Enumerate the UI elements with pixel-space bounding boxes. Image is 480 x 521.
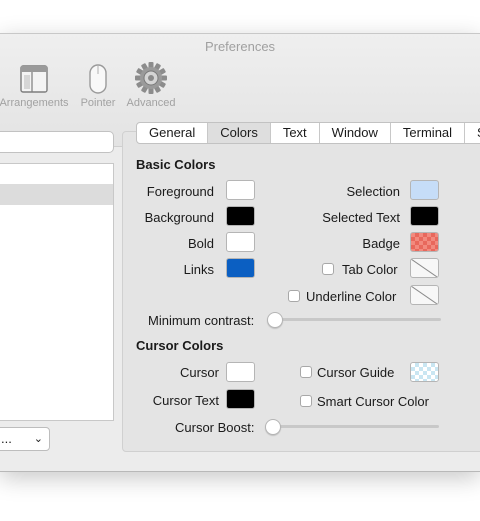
- cursor-colors-heading: Cursor Colors: [136, 338, 224, 353]
- cursor-boost-slider-track[interactable]: [268, 425, 439, 428]
- tab-window[interactable]: Window: [320, 123, 391, 143]
- links-color-well[interactable]: [226, 258, 255, 278]
- profile-row-selected[interactable]: [0, 184, 113, 205]
- cursor-guide-label: Cursor Guide: [317, 365, 395, 380]
- other-actions-popup[interactable]: ... ⌄: [0, 427, 50, 451]
- badge-color-well[interactable]: [410, 232, 439, 252]
- cursor-boost-slider-knob[interactable]: [265, 419, 281, 435]
- tab-color-label: Tab Color: [342, 262, 398, 277]
- cursor-guide-color-well[interactable]: [410, 362, 439, 382]
- tab-colors[interactable]: Colors: [208, 123, 271, 143]
- no-color-slash-icon: [411, 286, 438, 304]
- minimum-contrast-slider-knob[interactable]: [267, 312, 283, 328]
- smart-cursor-color-label: Smart Cursor Color: [317, 394, 429, 409]
- background-color-well[interactable]: [226, 206, 255, 226]
- toolbar-advanced[interactable]: Advanced: [111, 59, 191, 109]
- mouse-icon: [89, 64, 107, 94]
- arrangements-icon: [20, 65, 48, 93]
- foreground-label: Foreground: [146, 184, 214, 199]
- profile-list[interactable]: [0, 163, 114, 421]
- background-label: Background: [144, 210, 214, 225]
- tab-general[interactable]: General: [137, 123, 209, 143]
- gear-icon: [135, 62, 167, 94]
- basic-colors-heading: Basic Colors: [136, 157, 216, 172]
- bold-color-well[interactable]: [226, 232, 255, 252]
- tab-terminal[interactable]: Terminal: [391, 123, 466, 143]
- selection-color-well[interactable]: [410, 180, 439, 200]
- selected-text-label: Selected Text: [322, 210, 400, 225]
- cursor-color-well[interactable]: [226, 362, 255, 382]
- bold-label: Bold: [187, 236, 214, 251]
- cursor-guide-checkbox[interactable]: [300, 366, 312, 378]
- tab-session[interactable]: S: [465, 123, 480, 143]
- chevron-down-icon: ⌄: [33, 433, 43, 445]
- smart-cursor-color-checkbox[interactable]: [300, 395, 312, 407]
- underline-color-well[interactable]: [410, 285, 439, 305]
- cursor-label: Cursor: [179, 365, 219, 380]
- minimum-contrast-label: Minimum contrast:: [148, 313, 255, 328]
- selected-text-color-well[interactable]: [410, 206, 439, 226]
- cursor-boost-label: Cursor Boost:: [175, 420, 255, 435]
- toolbar-advanced-label: Advanced: [126, 97, 176, 109]
- window-title: Preferences: [204, 39, 276, 54]
- tab-color-checkbox[interactable]: [322, 263, 334, 275]
- selection-label: Selection: [346, 184, 400, 199]
- minimum-contrast-slider-track[interactable]: [270, 318, 441, 321]
- profile-search-input[interactable]: [0, 131, 114, 153]
- cursor-text-label: Cursor Text: [152, 393, 219, 408]
- cursor-text-color-well[interactable]: [226, 389, 255, 409]
- underline-color-label: Underline Color: [306, 289, 397, 304]
- no-color-slash-icon: [411, 259, 438, 277]
- tab-bar: General Colors Text Window Terminal S: [136, 122, 480, 144]
- underline-color-checkbox[interactable]: [288, 290, 300, 302]
- links-label: Links: [183, 262, 214, 277]
- foreground-color-well[interactable]: [226, 180, 255, 200]
- badge-label: Badge: [362, 236, 400, 251]
- other-actions-label: ...: [1, 431, 12, 446]
- tab-text[interactable]: Text: [271, 123, 320, 143]
- tab-color-well[interactable]: [410, 258, 439, 278]
